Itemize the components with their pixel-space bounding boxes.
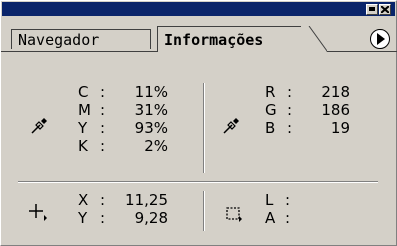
palette-titlebar[interactable] xyxy=(2,2,395,16)
cmyk-y-colon: : xyxy=(100,119,106,137)
cmyk-k-value: 2% xyxy=(144,137,168,155)
cmyk-c-value: 11% xyxy=(134,83,168,101)
selection-rect-icon xyxy=(226,207,242,222)
position-x-colon: : xyxy=(100,191,106,209)
rgb-b-label: B xyxy=(265,119,276,137)
rgb-g-value: 186 xyxy=(321,101,350,119)
vertical-divider-top xyxy=(203,83,204,173)
vertical-divider-bottom xyxy=(203,191,204,231)
info-panel-content: C : 11% M : 31% Y : 93% K : 2% R : 218 G… xyxy=(4,57,393,241)
tab-informacoes[interactable]: Informações xyxy=(157,26,309,52)
horizontal-divider xyxy=(18,181,378,182)
tab-navegador[interactable]: Navegador xyxy=(11,29,151,49)
cmyk-m-value: 31% xyxy=(134,101,168,119)
position-x-label: X xyxy=(78,191,89,209)
tab-edge xyxy=(301,26,327,52)
cmyk-m-colon: : xyxy=(100,101,106,119)
cmyk-y-value: 93% xyxy=(134,119,168,137)
cmyk-m-label: M xyxy=(78,101,91,119)
eyedropper-icon xyxy=(31,118,47,134)
cmyk-c-colon: : xyxy=(100,83,106,101)
size-l-label: L xyxy=(265,191,274,209)
rgb-g-label: G xyxy=(265,101,277,119)
rgb-b-colon: : xyxy=(287,119,293,137)
rgb-r-label: R xyxy=(265,83,276,101)
position-y-value: 9,28 xyxy=(134,209,168,227)
rgb-r-colon: : xyxy=(287,83,293,101)
position-y-label: Y xyxy=(78,209,88,227)
close-icon[interactable] xyxy=(379,4,391,15)
cmyk-y-label: Y xyxy=(78,119,88,137)
crosshair-icon xyxy=(29,204,47,221)
rgb-g-colon: : xyxy=(287,101,293,119)
rgb-b-value: 19 xyxy=(330,119,350,137)
size-a-colon: : xyxy=(285,209,291,227)
cmyk-k-label: K xyxy=(78,137,88,155)
tab-navegador-label: Navegador xyxy=(18,31,100,49)
palette-menu-button[interactable] xyxy=(370,29,390,49)
cmyk-c-label: C xyxy=(78,83,89,101)
info-panel-window: Navegador Informações C : 11% M : 31% Y … xyxy=(0,0,397,246)
size-l-colon: : xyxy=(285,191,291,209)
triangle-right-icon xyxy=(377,33,385,45)
tab-informacoes-label: Informações xyxy=(164,31,264,49)
minimize-icon[interactable] xyxy=(366,4,378,15)
position-y-colon: : xyxy=(100,209,106,227)
size-a-label: A xyxy=(265,209,276,227)
rgb-r-value: 218 xyxy=(321,83,350,101)
eyedropper-icon xyxy=(223,118,239,134)
position-x-value: 11,25 xyxy=(125,191,168,209)
cmyk-k-colon: : xyxy=(100,137,106,155)
